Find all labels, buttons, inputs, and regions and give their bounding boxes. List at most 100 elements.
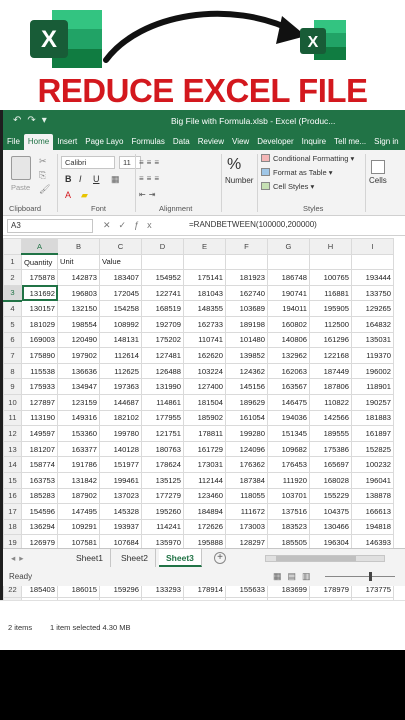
- cell[interactable]: 155229: [309, 487, 352, 505]
- font-name-select[interactable]: Calibri: [61, 156, 115, 169]
- column-header-i[interactable]: I: [351, 238, 394, 255]
- cell-styles-button[interactable]: Cell Styles ▾: [261, 182, 314, 191]
- cell[interactable]: 175878: [21, 269, 58, 286]
- cell[interactable]: 163753: [21, 471, 58, 489]
- row-header[interactable]: 14: [3, 456, 22, 473]
- cell[interactable]: 133750: [351, 284, 394, 302]
- row-header[interactable]: 3: [3, 284, 22, 302]
- cell[interactable]: 183407: [99, 269, 142, 286]
- cell[interactable]: 136294: [21, 518, 58, 536]
- cell[interactable]: 166613: [351, 503, 394, 520]
- cell[interactable]: 162063: [267, 362, 310, 380]
- paste-button[interactable]: Paste: [11, 183, 30, 192]
- column-header-f[interactable]: F: [225, 238, 268, 255]
- row-header[interactable]: 16: [3, 487, 22, 505]
- cell[interactable]: 181043: [183, 284, 226, 302]
- tab-page-layo[interactable]: Page Layo: [81, 134, 127, 150]
- format-as-table-button[interactable]: Format as Table ▾: [261, 168, 333, 177]
- tab-home[interactable]: Home: [23, 134, 54, 150]
- cell[interactable]: 113190: [21, 409, 58, 427]
- row-header[interactable]: 12: [3, 425, 22, 442]
- cell[interactable]: 194818: [351, 518, 394, 536]
- cell[interactable]: 127897: [21, 393, 58, 411]
- cell[interactable]: 130157: [21, 300, 58, 317]
- cell[interactable]: 181029: [21, 315, 58, 333]
- cell[interactable]: 182102: [99, 409, 142, 427]
- cell[interactable]: 135125: [141, 471, 184, 489]
- row-header[interactable]: 11: [3, 409, 22, 427]
- cell[interactable]: 109291: [57, 518, 100, 536]
- cell[interactable]: 162740: [225, 284, 268, 302]
- cell[interactable]: 146475: [267, 393, 310, 411]
- indent-icons[interactable]: ⇤⇥: [139, 190, 158, 199]
- cell[interactable]: 160802: [267, 315, 310, 333]
- cell[interactable]: 173003: [225, 518, 268, 536]
- row-header[interactable]: 4: [3, 300, 22, 317]
- row-header[interactable]: 8: [3, 362, 22, 380]
- cell[interactable]: 176453: [267, 456, 310, 473]
- cell[interactable]: 189555: [309, 425, 352, 442]
- cell[interactable]: 111672: [225, 503, 268, 520]
- cell[interactable]: 184894: [183, 503, 226, 520]
- cell[interactable]: 135031: [351, 331, 394, 349]
- cells-icon[interactable]: [371, 160, 385, 174]
- column-header-g[interactable]: G: [267, 238, 310, 255]
- view-buttons[interactable]: ▦▤▥: [273, 571, 317, 582]
- cell[interactable]: 197902: [57, 347, 100, 364]
- cell[interactable]: 131692: [21, 284, 58, 302]
- cell[interactable]: 172626: [183, 518, 226, 536]
- cell[interactable]: 163377: [57, 440, 100, 458]
- cell[interactable]: 140806: [267, 331, 310, 349]
- row-header[interactable]: 9: [3, 378, 22, 395]
- cell[interactable]: 168028: [309, 471, 352, 489]
- row-header[interactable]: 13: [3, 440, 22, 458]
- fill-color-icon[interactable]: ▰: [81, 190, 88, 201]
- cell[interactable]: 177955: [141, 409, 184, 427]
- cell[interactable]: [267, 253, 310, 271]
- sheet-nav-arrows[interactable]: ◂▸: [11, 553, 28, 564]
- sheet-tab-sheet3[interactable]: Sheet3: [159, 549, 202, 567]
- tab-data[interactable]: Data: [169, 134, 194, 150]
- cell[interactable]: [183, 253, 226, 271]
- cell[interactable]: 124096: [225, 440, 268, 458]
- number-button[interactable]: Number: [225, 176, 253, 185]
- row-header[interactable]: 15: [3, 471, 22, 489]
- cell[interactable]: 103701: [267, 487, 310, 505]
- cell[interactable]: 162733: [183, 315, 226, 333]
- cell[interactable]: 140128: [99, 440, 142, 458]
- format-painter-icon[interactable]: 🖌: [39, 184, 50, 195]
- conditional-formatting-button[interactable]: Conditional Formatting ▾: [261, 154, 354, 163]
- horizontal-align-icons[interactable]: ≡≡≡: [139, 174, 162, 183]
- cell[interactable]: 153360: [57, 425, 100, 442]
- cell[interactable]: 194011: [267, 300, 310, 317]
- vertical-align-icons[interactable]: ≡≡≡: [139, 158, 162, 167]
- cell[interactable]: 196041: [351, 471, 394, 489]
- font-size-select[interactable]: 11: [119, 156, 141, 169]
- tab-review[interactable]: Review: [194, 134, 228, 150]
- cell[interactable]: 161897: [351, 425, 394, 442]
- cell[interactable]: 108992: [99, 315, 142, 333]
- sheet-tab-sheet1[interactable]: Sheet1: [69, 549, 111, 567]
- cell[interactable]: 134947: [57, 378, 100, 395]
- cell[interactable]: 139852: [225, 347, 268, 364]
- borders-icon[interactable]: ▦: [111, 174, 120, 185]
- quick-access-icons[interactable]: ↶↷▾: [13, 115, 53, 126]
- cell[interactable]: 181207: [21, 440, 58, 458]
- cell[interactable]: 175933: [21, 378, 58, 395]
- cell[interactable]: 172045: [99, 284, 142, 302]
- cell[interactable]: 169003: [21, 331, 58, 349]
- cell[interactable]: 190741: [267, 284, 310, 302]
- cell[interactable]: 154952: [141, 269, 184, 286]
- cell[interactable]: 111920: [267, 471, 310, 489]
- cell[interactable]: 192709: [141, 315, 184, 333]
- cells-button[interactable]: Cells: [369, 176, 387, 185]
- row-header[interactable]: 2: [3, 269, 22, 286]
- cell[interactable]: 126488: [141, 362, 184, 380]
- scroll-thumb[interactable]: [276, 556, 356, 561]
- cell[interactable]: 100232: [351, 456, 394, 473]
- tab-developer[interactable]: Developer: [253, 134, 297, 150]
- cell[interactable]: 175141: [183, 269, 226, 286]
- cell[interactable]: 129265: [351, 300, 394, 317]
- cell[interactable]: 199780: [99, 425, 142, 442]
- cell[interactable]: 127481: [141, 347, 184, 364]
